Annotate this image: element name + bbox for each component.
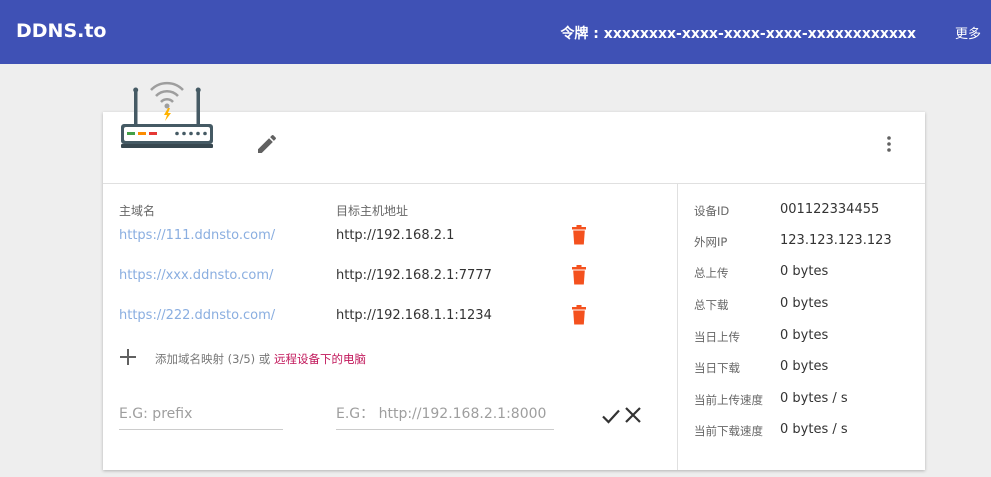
stat-row: 总下载 0 bytes [678, 292, 926, 316]
add-mapping-text: 添加域名映射 (3/5) 或 远程设备下的电脑 [155, 351, 366, 367]
device-stats-panel: 设备ID 001122334455 外网IP 123.123.123.123 总… [677, 184, 925, 470]
pencil-icon[interactable] [255, 132, 279, 156]
trash-icon[interactable] [571, 265, 587, 285]
stat-row: 当日下载 0 bytes [678, 355, 926, 379]
domain-mapping-panel: 主域名 目标主机地址 https://111.ddnsto.com/ http:… [103, 184, 677, 470]
target-address: http://192.168.1.1:1234 [336, 308, 492, 323]
target-column-header: 目标主机地址 [336, 204, 409, 218]
target-address: http://192.168.2.1:7777 [336, 268, 492, 283]
stat-value: 0 bytes [780, 328, 829, 343]
target-input[interactable] [336, 398, 554, 430]
plus-icon[interactable] [119, 348, 137, 366]
domain-link[interactable]: https://111.ddnsto.com/ [119, 228, 275, 243]
stat-label: 当前下载速度 [694, 424, 763, 438]
close-icon[interactable] [624, 406, 642, 424]
brand-title[interactable]: DDNS.to [16, 20, 106, 42]
stat-row: 总上传 0 bytes [678, 260, 926, 284]
device-card: 主域名 目标主机地址 https://111.ddnsto.com/ http:… [103, 81, 925, 470]
stat-value: 0 bytes [780, 296, 829, 311]
add-mapping-count: 添加域名映射 (3/5) 或 [155, 352, 274, 366]
stat-label: 当日上传 [694, 330, 740, 344]
stat-row: 当前下载速度 0 bytes / s [678, 418, 926, 442]
stat-row: 当日上传 0 bytes [678, 324, 926, 348]
stat-value: 0 bytes [780, 264, 829, 279]
stat-row: 当前上传速度 0 bytes / s [678, 387, 926, 411]
stat-label: 总下载 [694, 298, 729, 312]
router-icon [121, 81, 213, 148]
top-app-bar: DDNS.to 令牌 : xxxxxxxx-xxxx-xxxx-xxxx-xxx… [0, 0, 991, 64]
stat-label: 当前上传速度 [694, 393, 763, 407]
domain-link[interactable]: https://xxx.ddnsto.com/ [119, 268, 273, 283]
stat-value: 001122334455 [780, 202, 880, 217]
vertical-dots-icon[interactable] [877, 132, 901, 156]
prefix-input[interactable] [119, 398, 283, 430]
stat-label: 设备ID [694, 204, 730, 218]
stat-label: 当日下载 [694, 361, 740, 375]
mapping-row: https://xxx.ddnsto.com/ http://192.168.2… [103, 262, 677, 290]
trash-icon[interactable] [571, 225, 587, 245]
remote-device-link[interactable]: 远程设备下的电脑 [274, 352, 366, 366]
stat-row: 外网IP 123.123.123.123 [678, 229, 926, 253]
stat-label: 外网IP [694, 235, 728, 249]
check-icon[interactable] [601, 406, 621, 426]
mapping-row: https://222.ddnsto.com/ http://192.168.1… [103, 302, 677, 330]
stat-value: 0 bytes / s [780, 391, 848, 406]
trash-icon[interactable] [571, 305, 587, 325]
target-address: http://192.168.2.1 [336, 228, 455, 243]
add-mapping-row: 添加域名映射 (3/5) 或 远程设备下的电脑 [119, 346, 659, 370]
stat-value: 0 bytes / s [780, 422, 848, 437]
stat-value: 0 bytes [780, 359, 829, 374]
stat-row: 设备ID 001122334455 [678, 198, 926, 222]
more-menu-button[interactable]: 更多 [955, 23, 981, 42]
domain-column-header: 主域名 [119, 204, 156, 218]
mapping-row: https://111.ddnsto.com/ http://192.168.2… [103, 222, 677, 250]
domain-link[interactable]: https://222.ddnsto.com/ [119, 308, 275, 323]
stat-value: 123.123.123.123 [780, 233, 892, 248]
card-header [103, 81, 925, 184]
token-display: 令牌 : xxxxxxxx-xxxx-xxxx-xxxx-xxxxxxxxxxx… [560, 26, 916, 42]
stat-label: 总上传 [694, 266, 729, 280]
